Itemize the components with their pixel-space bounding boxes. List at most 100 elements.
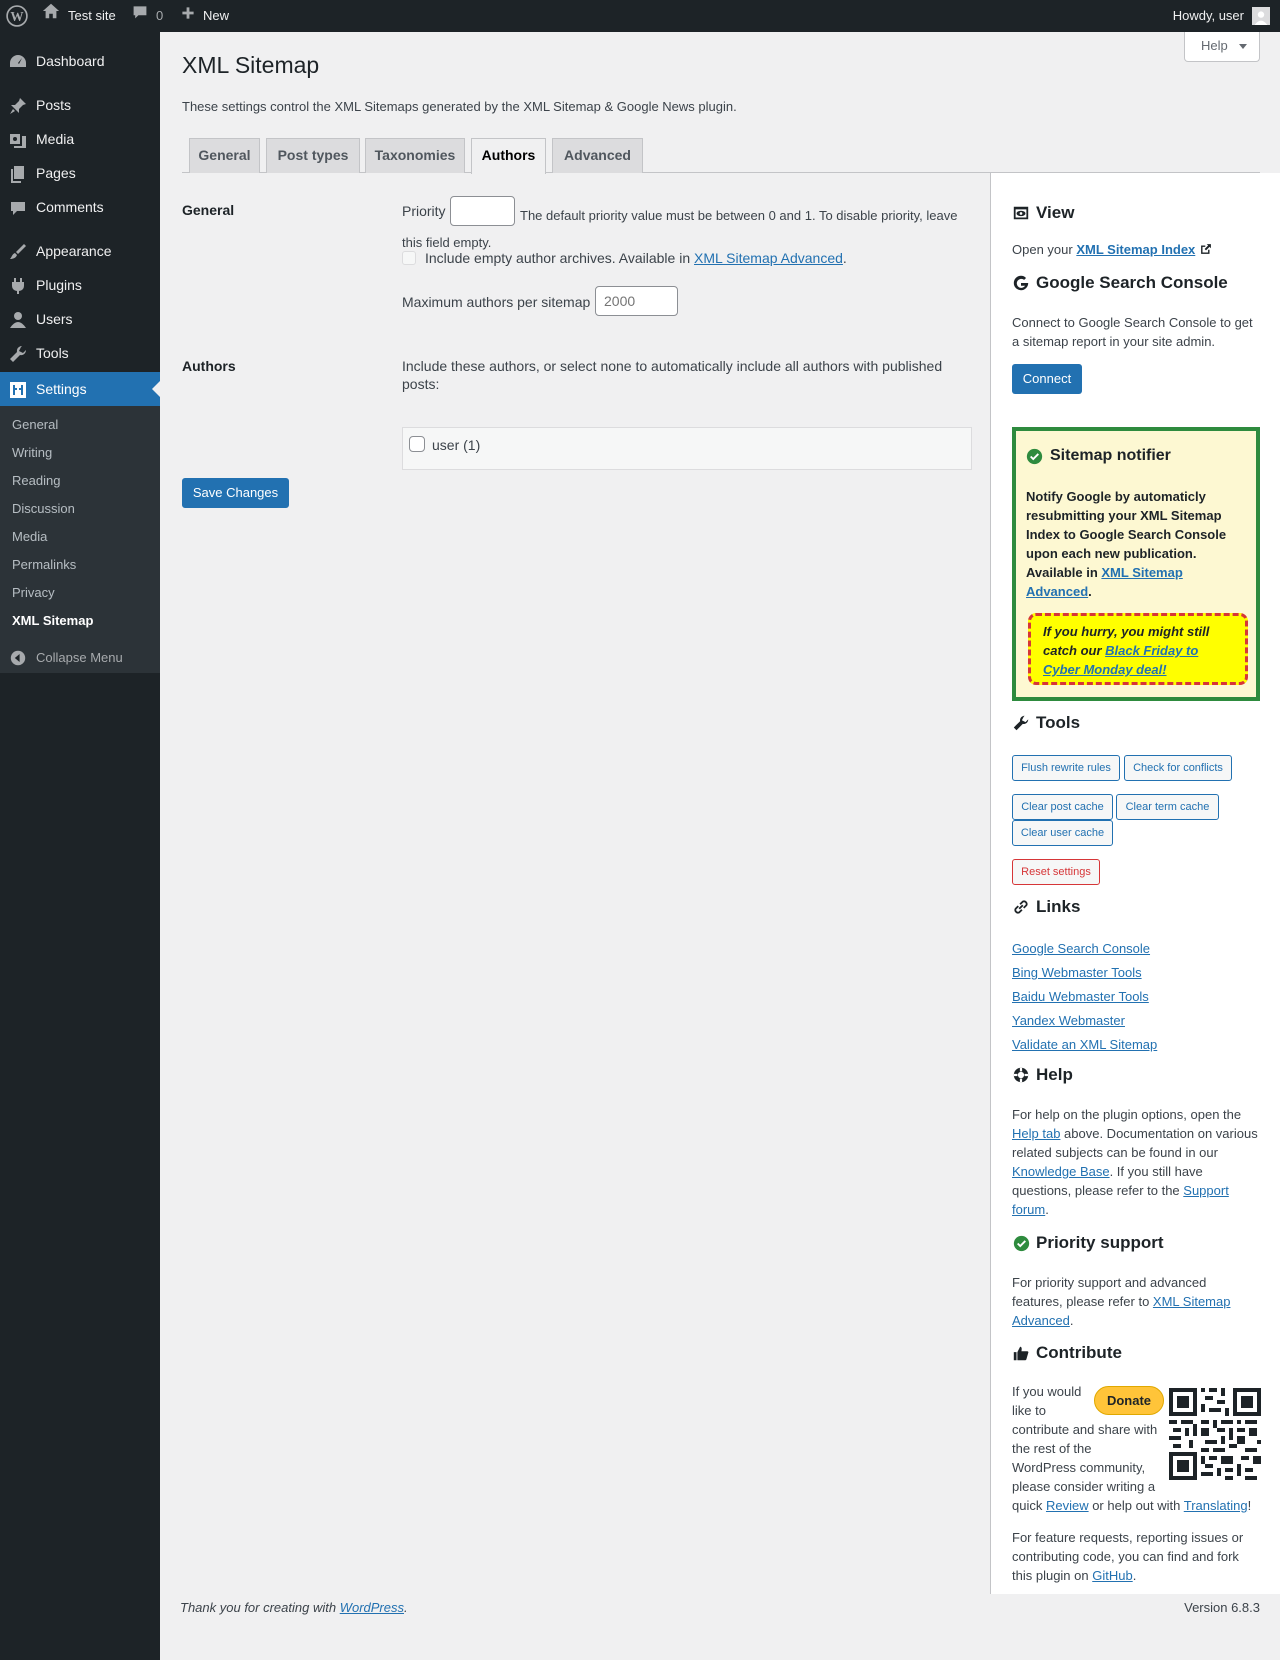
link-bing-webmaster[interactable]: Bing Webmaster Tools <box>1012 965 1142 980</box>
admin-bar: W Test site 0 New Howdy, user <box>0 0 1280 32</box>
wordpress-link[interactable]: WordPress <box>340 1600 404 1615</box>
contribute-text: If you would like to contribute and shar… <box>1012 1384 1158 1494</box>
priority-advanced-link-cont[interactable]: Advanced <box>1012 1313 1070 1328</box>
admin-menu: Dashboard Posts Media Pages Comments App… <box>0 32 160 1660</box>
submenu-item-reading[interactable]: Reading <box>12 473 60 488</box>
tab-general[interactable]: General <box>189 138 260 173</box>
check-conflicts-button[interactable]: Check for conflicts <box>1124 755 1232 781</box>
menu-item-pages[interactable]: Pages <box>0 156 160 190</box>
submenu-item-permalinks[interactable]: Permalinks <box>12 557 76 572</box>
collapse-arrow-icon <box>10 650 26 669</box>
clear-user-cache-button[interactable]: Clear user cache <box>1012 820 1113 846</box>
priority-description: The default priority value must be betwe… <box>520 208 958 223</box>
priority-input[interactable] <box>450 196 515 226</box>
github-link[interactable]: GitHub <box>1092 1568 1132 1583</box>
menu-item-posts[interactable]: Posts <box>0 88 160 122</box>
notifier-advanced-link[interactable]: XML Sitemap <box>1101 565 1182 580</box>
menu-item-media[interactable]: Media <box>0 122 160 156</box>
xml-sitemap-advanced-link[interactable]: XML Sitemap Advanced <box>694 250 843 266</box>
authors-heading: Authors <box>182 358 236 374</box>
black-friday-link[interactable]: Black Friday to <box>1105 643 1198 658</box>
footer-thanks: Thank you for creating with WordPress. <box>180 1600 408 1615</box>
empty-archives-row: Include empty author archives. Available… <box>402 250 847 266</box>
view-text: Open your XML Sitemap Index <box>1012 240 1260 261</box>
clear-post-cache-button[interactable]: Clear post cache <box>1012 794 1113 820</box>
translating-link[interactable]: Translating <box>1184 1498 1248 1513</box>
submenu-item-xml-sitemap[interactable]: XML Sitemap <box>12 613 93 628</box>
menu-item-plugins[interactable]: Plugins <box>0 268 160 302</box>
tab-post-types[interactable]: Post types <box>266 138 360 173</box>
notifier-heading: Sitemap notifier <box>1026 447 1171 465</box>
max-authors-input[interactable] <box>595 286 678 316</box>
links-heading: Links <box>1012 897 1080 917</box>
help-tab-button[interactable]: Help <box>1184 32 1260 62</box>
max-authors-row: Maximum authors per sitemap <box>402 286 702 318</box>
contribute-heading: Contribute <box>1012 1343 1122 1363</box>
tab-authors[interactable]: Authors <box>471 138 546 174</box>
view-heading: View <box>1012 203 1074 223</box>
menu-item-comments[interactable]: Comments <box>0 190 160 224</box>
plugin-sidebar: View Open your XML Sitemap Index Google … <box>990 173 1280 1594</box>
tab-advanced[interactable]: Advanced <box>552 138 643 173</box>
tools-heading: Tools <box>1012 713 1080 733</box>
support-forum-link-cont[interactable]: forum <box>1012 1202 1045 1217</box>
authors-list: user (1) <box>402 427 972 470</box>
settings-icon <box>8 380 28 400</box>
knowledge-base-link[interactable]: Knowledge Base <box>1012 1164 1110 1179</box>
submenu-item-media[interactable]: Media <box>12 529 47 544</box>
plug-icon <box>8 276 28 296</box>
settings-tabs: General Post types Taxonomies Authors Ad… <box>182 138 1260 174</box>
menu-item-users[interactable]: Users <box>0 302 160 336</box>
empty-archives-checkbox[interactable] <box>402 251 416 265</box>
clear-term-cache-button[interactable]: Clear term cache <box>1116 794 1219 820</box>
comments-link[interactable]: 0 <box>132 0 163 32</box>
user-icon <box>8 310 28 330</box>
submenu-item-general[interactable]: General <box>12 417 58 432</box>
wordpress-logo-icon[interactable]: W <box>6 0 30 32</box>
plus-icon <box>181 0 195 32</box>
check-circle-icon <box>1012 1234 1030 1252</box>
promo-banner: If you hurry, you might still catch our … <box>1028 613 1248 685</box>
author-checkbox[interactable] <box>409 436 425 452</box>
google-icon <box>1012 274 1030 292</box>
notifier-advanced-link-cont[interactable]: Advanced <box>1026 584 1088 599</box>
link-baidu-webmaster[interactable]: Baidu Webmaster Tools <box>1012 989 1149 1004</box>
site-name-link[interactable]: Test site <box>42 0 116 32</box>
dashboard-icon <box>8 52 28 72</box>
black-friday-link-cont[interactable]: Cyber Monday deal! <box>1043 662 1167 677</box>
help-tab-link[interactable]: Help tab <box>1012 1126 1060 1141</box>
tab-taxonomies[interactable]: Taxonomies <box>365 138 465 173</box>
review-link[interactable]: Review <box>1046 1498 1089 1513</box>
page-intro: These settings control the XML Sitemaps … <box>182 99 737 114</box>
collapse-menu-button[interactable]: Collapse Menu <box>0 648 160 668</box>
account-menu[interactable]: Howdy, user <box>1173 0 1270 32</box>
submenu-item-writing[interactable]: Writing <box>12 445 52 460</box>
submenu-item-privacy[interactable]: Privacy <box>12 585 55 600</box>
priority-support-text: For priority support and advanced featur… <box>1012 1275 1231 1328</box>
sitemap-notifier-box: Sitemap notifier Notify Google by automa… <box>1012 427 1260 701</box>
reset-settings-button[interactable]: Reset settings <box>1012 859 1100 885</box>
sitemap-index-link[interactable]: XML Sitemap Index <box>1076 242 1195 257</box>
priority-advanced-link[interactable]: XML Sitemap <box>1153 1294 1231 1309</box>
submenu-item-discussion[interactable]: Discussion <box>12 501 75 516</box>
new-content-link[interactable]: New <box>181 0 229 32</box>
link-validate-sitemap[interactable]: Validate an XML Sitemap <box>1012 1037 1157 1052</box>
flush-rewrite-rules-button[interactable]: Flush rewrite rules <box>1012 755 1120 781</box>
menu-item-dashboard[interactable]: Dashboard <box>0 44 160 78</box>
link-yandex-webmaster[interactable]: Yandex Webmaster <box>1012 1013 1125 1028</box>
save-changes-button[interactable]: Save Changes <box>182 478 289 508</box>
notifier-text: Notify Google by automaticly resubmittin… <box>1026 489 1227 599</box>
check-circle-icon <box>1026 448 1043 465</box>
menu-item-appearance[interactable]: Appearance <box>0 234 160 268</box>
menu-item-tools[interactable]: Tools <box>0 336 160 370</box>
support-forum-link[interactable]: Support <box>1183 1183 1229 1198</box>
feature-requests-text: For feature requests, reporting issues o… <box>1012 1530 1244 1583</box>
connect-button[interactable]: Connect <box>1012 364 1082 394</box>
help-heading: Help <box>1012 1065 1073 1085</box>
max-authors-label: Maximum authors per sitemap <box>402 294 591 310</box>
priority-description-cont: this field empty. <box>402 235 492 250</box>
page-title: XML Sitemap <box>182 52 320 78</box>
link-google-search-console[interactable]: Google Search Console <box>1012 941 1150 956</box>
footer-version: Version 6.8.3 <box>1184 1600 1260 1615</box>
menu-item-settings[interactable]: Settings <box>0 372 160 406</box>
